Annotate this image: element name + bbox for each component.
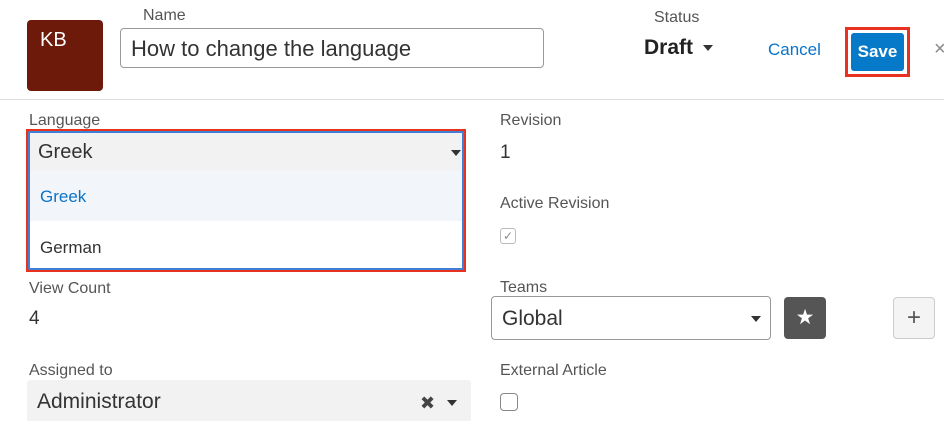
status-dropdown[interactable]: Draft	[644, 36, 713, 60]
language-option-greek[interactable]: Greek	[30, 171, 462, 221]
view-count-value: 4	[29, 308, 40, 329]
language-selected[interactable]: Greek	[30, 133, 462, 171]
chevron-down-icon	[751, 316, 761, 322]
star-icon: ★	[795, 306, 815, 329]
assigned-to-select[interactable]: Administrator	[27, 380, 471, 421]
save-button[interactable]: Save	[851, 33, 904, 71]
plus-icon: +	[906, 304, 921, 331]
active-revision-checkbox: ✓	[500, 228, 516, 244]
avatar: KB	[27, 20, 103, 91]
status-value: Draft	[644, 36, 694, 59]
name-label: Name	[143, 7, 186, 24]
teams-label: Teams	[500, 279, 548, 296]
chevron-down-icon	[447, 400, 457, 406]
cancel-button[interactable]: Cancel	[768, 40, 821, 60]
add-team-button[interactable]: +	[893, 297, 935, 339]
external-article-label: External Article	[500, 362, 607, 379]
status-label: Status	[654, 9, 700, 26]
assigned-to-label: Assigned to	[29, 362, 113, 379]
external-article-checkbox[interactable]	[500, 393, 518, 411]
clear-icon[interactable]: ✖	[420, 393, 435, 414]
primary-team-star-button[interactable]: ★	[784, 297, 826, 339]
save-highlight: Save	[845, 27, 910, 77]
teams-select[interactable]: Global	[491, 296, 771, 340]
chevron-down-icon	[451, 150, 461, 156]
close-icon[interactable]: ×	[934, 38, 944, 61]
active-revision-label: Active Revision	[500, 195, 610, 212]
view-count-label: View Count	[29, 280, 111, 297]
language-option-german[interactable]: German	[30, 221, 462, 268]
revision-label: Revision	[500, 112, 562, 129]
record-header: KB Name How to change the language Statu…	[0, 0, 944, 100]
revision-value: 1	[500, 142, 511, 163]
chevron-down-icon	[702, 45, 713, 52]
name-field[interactable]: How to change the language	[120, 28, 544, 68]
language-label: Language	[29, 112, 101, 129]
